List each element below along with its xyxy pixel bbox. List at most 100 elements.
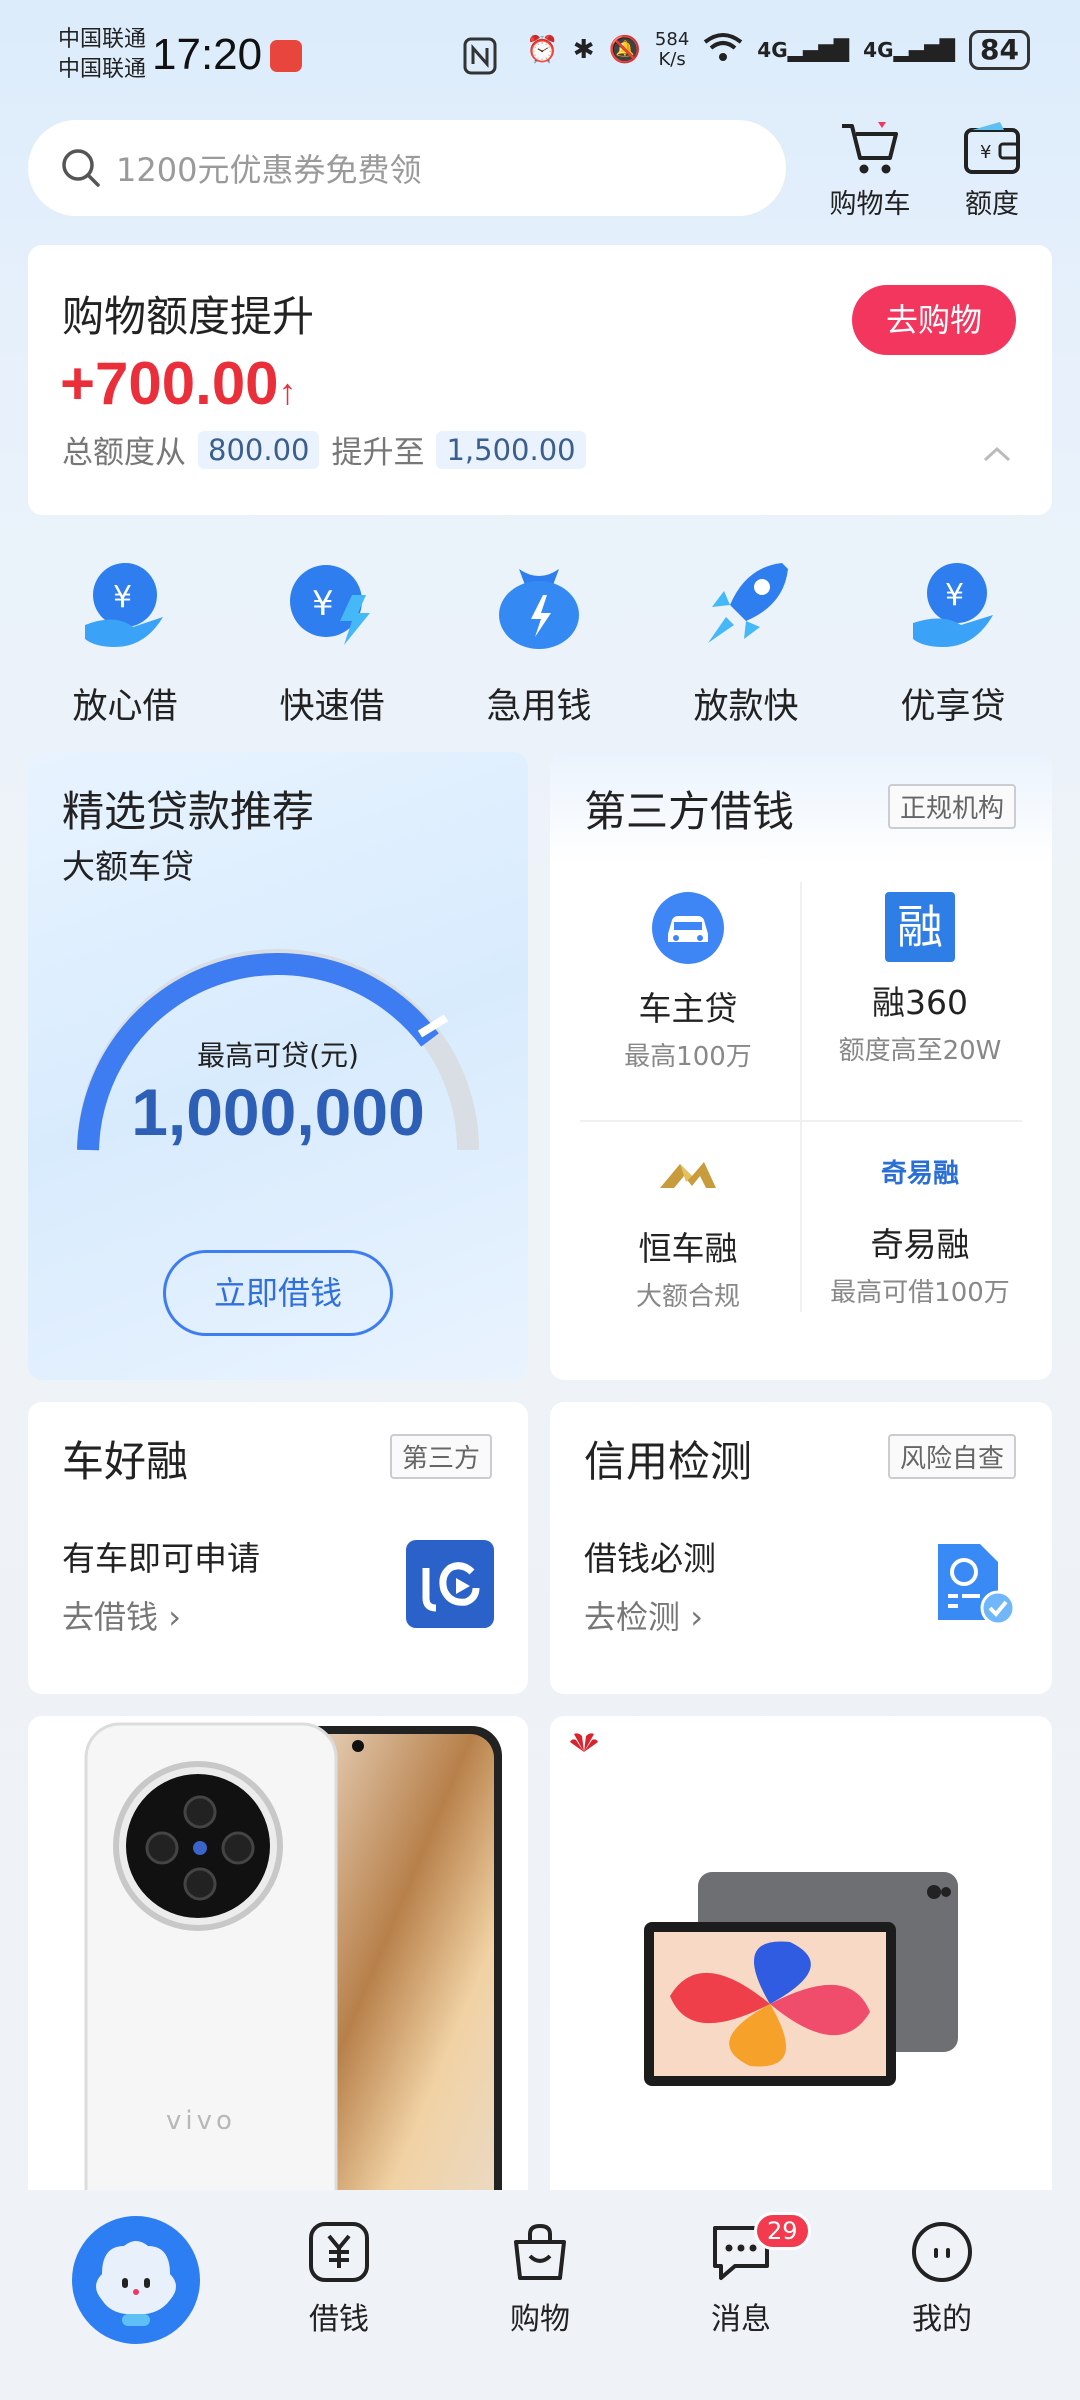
lender-desc: 额度高至20W [838,1036,1002,1066]
car-icon [652,892,724,964]
speed-value: 584 [654,29,690,50]
max-loan-value: 1,000,000 [131,1075,425,1149]
lender-chezhudai[interactable]: 车主贷 最高100万 [580,892,796,1073]
signal-1: 4G▂▄▆█ [757,38,850,62]
chevron-right-icon: › [690,1598,703,1636]
svg-text:¥: ¥ [945,578,964,613]
network-type-2: 4G [863,38,894,62]
third-party-tag: 正规机构 [887,784,1016,829]
credit-check-card[interactable]: 信用检测 风险自查 借钱必测 去检测 › [550,1402,1052,1694]
lender-rong360[interactable]: 融 融360 额度高至20W [812,892,1028,1067]
quick-entry-label: 快速借 [279,687,385,727]
from-label: 总额度从 [62,435,186,471]
go-borrow-link[interactable]: 去借钱 › [62,1592,181,1638]
divider [800,882,802,1312]
hengcherong-logo [660,1162,716,1188]
car-loan-tag: 第三方 [389,1434,492,1479]
bluetooth-icon: ✱ [572,35,595,65]
quick-entry-kuaisujie[interactable]: ¥ 快速借 [252,555,412,729]
search-bar[interactable]: 1200元优惠券免费领 [28,120,786,216]
lender-qiyirong[interactable]: 奇易融 奇易融 最高可借100万 [812,1144,1028,1309]
nav-mine[interactable]: 我的 [877,2220,1007,2338]
quick-entry-label: 优享贷 [900,687,1006,727]
nav-messages[interactable]: 消息 29 [676,2212,811,2338]
carrier-1: 中国联通 [58,27,147,52]
chevron-right-icon: › [168,1598,181,1636]
battery-indicator: 84 [969,30,1030,70]
quick-entry-fangxinjie[interactable]: ¥ 放心借 [45,555,205,729]
quota-amount: +700.00↑ [60,349,297,418]
home-mascot-button[interactable] [72,2216,200,2344]
speed-unit: K/s [658,49,686,70]
credit-check-tag: 风险自查 [887,1434,1016,1479]
lender-desc: 最高可借100万 [830,1278,1010,1308]
max-loan-label: 最高可贷(元) [197,1039,359,1072]
arrow-up-icon: ↑ [278,371,297,412]
nav-borrow-label: 借钱 [309,2302,369,2337]
lender-hengcherong[interactable]: 恒车融 大额合规 [580,1144,796,1313]
phone-brand: vivo [166,2106,236,2136]
chehaorong-logo [406,1540,494,1628]
third-party-title: 第三方借钱 [584,787,795,836]
rong360-logo: 融 [885,892,955,962]
quick-entry-label: 放款快 [693,687,799,727]
nfc-icon [462,36,498,80]
car-loan-card[interactable]: 车好融 第三方 有车即可申请 去借钱 › [28,1402,528,1694]
lender-name: 恒车融 [638,1229,738,1268]
cart-label: 购物车 [829,189,911,220]
quick-entry-label: 放心借 [72,687,178,727]
unread-badge: 29 [754,2212,811,2250]
quota-button[interactable]: ¥ 额度 [937,118,1047,221]
from-value: 800.00 [198,430,320,469]
network-speed: 584 K/s [655,30,689,70]
network-type-1: 4G [757,38,788,62]
lender-name: 车主贷 [638,989,738,1028]
qiyirong-logo: 奇易融 [880,1159,959,1189]
tablet-product-image [644,1872,958,2086]
divider [580,1120,1022,1122]
quick-entry-youxiangdai[interactable]: ¥ 优享贷 [873,555,1033,729]
lender-name: 奇易融 [870,1225,970,1264]
wallet-icon: ¥ [964,122,1020,174]
bottom-nav: 借钱 购物 消息 29 我的 [0,2190,1080,2400]
to-label: 提升至 [331,435,425,471]
rocket-icon [708,563,788,643]
go-shopping-button[interactable]: 去购物 [852,285,1016,355]
lender-desc: 大额合规 [635,1282,740,1312]
signal-2: 4G▂▄▆█ [863,38,956,62]
borrow-now-button[interactable]: 立即借钱 [163,1250,393,1336]
svg-text:¥: ¥ [113,580,132,615]
lender-name: 融360 [872,983,968,1022]
status-icons: ⏰ ✱ 🔕 584 K/s 4G▂▄▆█ 4G▂▄▆█ 84 [526,30,1030,70]
quick-entry-label: 急用钱 [486,687,592,727]
go-check-link[interactable]: 去检测 › [584,1592,703,1638]
cart-icon [842,122,898,174]
quota-detail: 总额度从 800.00 提升至 1,500.00 [62,427,586,472]
loan-recommend-card[interactable]: 精选贷款推荐 大额车贷 最高可贷(元) 1,000,000 立即借钱 [28,752,528,1380]
product-card-tablet[interactable] [550,1716,1052,2236]
go-check-label: 去检测 [584,1598,681,1636]
credit-check-desc: 借钱必测 [584,1539,716,1578]
quota-card[interactable]: 购物额度提升 +700.00↑ 总额度从 800.00 提升至 1,500.00… [28,245,1052,515]
search-icon [62,149,100,187]
nav-borrow[interactable]: 借钱 [274,2220,404,2338]
nav-mine-label: 我的 [912,2302,972,2337]
fast-yuan-icon: ¥ [290,565,370,645]
huawei-logo [570,1733,598,1752]
car-loan-desc: 有车即可申请 [62,1539,260,1578]
quick-entry-jiyongqian[interactable]: 急用钱 [459,555,619,729]
product-card-phone[interactable]: vivo [28,1716,528,2236]
quota-label: 额度 [965,189,1019,220]
quota-title: 购物额度提升 [62,292,315,341]
cart-button[interactable]: 购物车 [815,118,925,221]
quick-entry-fangkuankuai[interactable]: 放款快 [666,555,826,729]
money-bag-icon [499,569,579,649]
credit-check-title: 信用检测 [584,1437,753,1486]
svg-text:¥: ¥ [312,584,334,624]
nav-shop[interactable]: 购物 [475,2220,605,2338]
credit-report-icon [938,1544,1016,1626]
quota-amount-value: +700.00 [60,350,279,417]
chevron-up-icon[interactable] [982,445,1012,463]
borrow-icon [309,2222,369,2282]
status-bar: 中国联通 中国联通 17:20 ⏰ ✱ 🔕 584 K/s 4G▂▄▆█ 4G▂… [0,0,1080,110]
